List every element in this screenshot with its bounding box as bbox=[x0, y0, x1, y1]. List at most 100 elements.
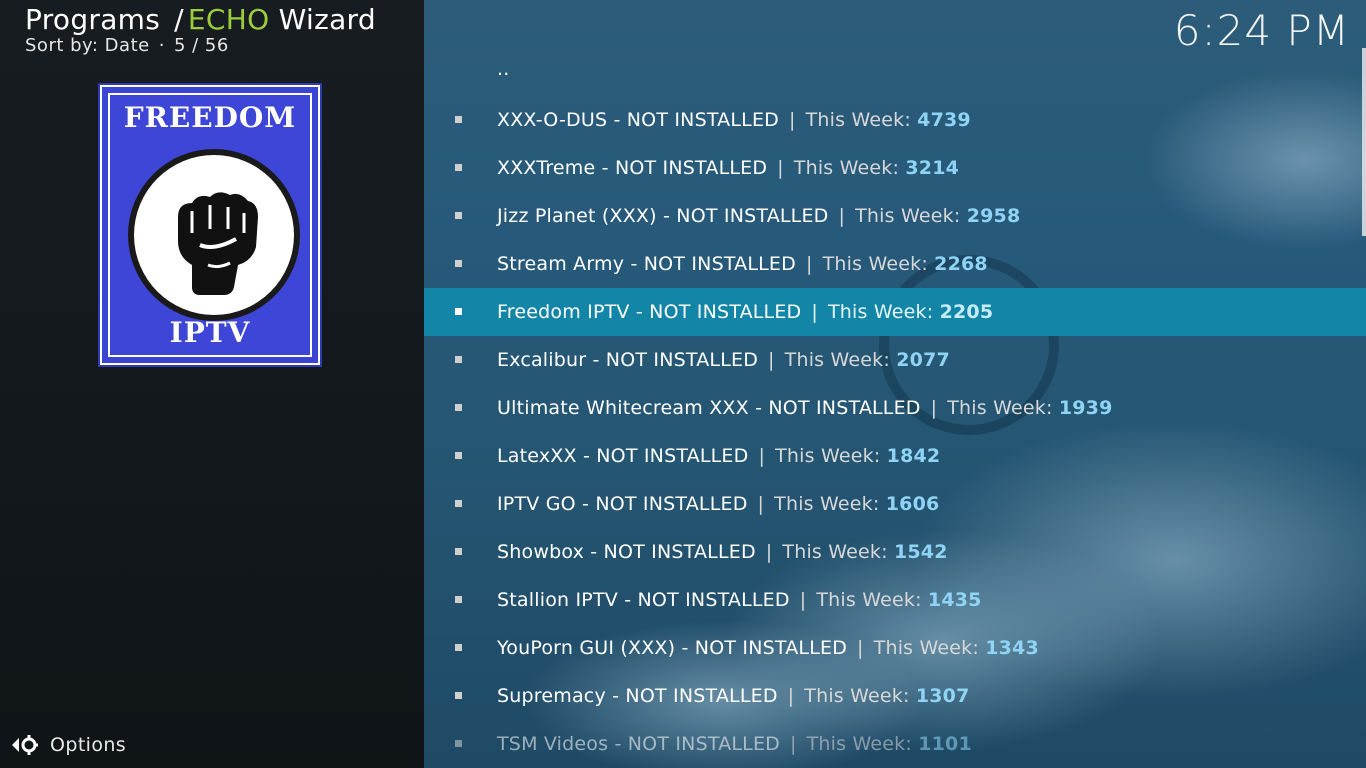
separator: | bbox=[799, 589, 807, 611]
fist-icon bbox=[126, 147, 302, 327]
week-label: This Week: bbox=[822, 253, 928, 275]
options-label: Options bbox=[50, 734, 127, 756]
week-count: 2958 bbox=[966, 205, 1021, 227]
separator: | bbox=[757, 493, 765, 515]
bullet-icon bbox=[455, 404, 462, 411]
week-label: This Week: bbox=[793, 157, 900, 179]
bullet-icon bbox=[455, 452, 462, 459]
bullet-icon bbox=[455, 164, 462, 171]
week-label: This Week: bbox=[816, 589, 922, 611]
list-item[interactable]: Stream Army - NOT INSTALLED | This Week: 2… bbox=[424, 240, 1366, 288]
bullet-icon bbox=[455, 212, 462, 219]
addon-name: Freedom IPTV - NOT INSTALLED bbox=[497, 301, 802, 323]
separator: | bbox=[758, 445, 766, 467]
week-count: 1307 bbox=[915, 685, 970, 707]
content-panel: 6:24 PM .. XXX-O-DUS - NOT INSTALLED | Thi… bbox=[424, 0, 1366, 768]
addon-name: LatexXX - NOT INSTALLED bbox=[497, 445, 749, 467]
separator: | bbox=[811, 301, 818, 323]
list-item[interactable]: Jizz Planet (XXX) - NOT INSTALLED | This W… bbox=[424, 192, 1366, 240]
separator: | bbox=[805, 253, 813, 275]
separator: | bbox=[787, 685, 795, 707]
addon-name: Stallion IPTV - NOT INSTALLED bbox=[497, 589, 790, 611]
parent-folder-item[interactable]: .. bbox=[424, 48, 1366, 96]
week-label: This Week: bbox=[784, 349, 890, 371]
bullet-icon bbox=[455, 548, 462, 555]
addon-name: Stream Army - NOT INSTALLED bbox=[497, 253, 796, 275]
bullet-icon bbox=[455, 308, 462, 315]
breadcrumb: Programs / ECHO Wizard bbox=[25, 2, 376, 38]
list-item[interactable]: Supremacy - NOT INSTALLED | This Week: 130… bbox=[424, 672, 1366, 720]
list-item[interactable]: LatexXX - NOT INSTALLED | This Week: 1842 bbox=[424, 432, 1366, 480]
week-label: This Week: bbox=[855, 205, 961, 227]
week-count: 4739 bbox=[917, 109, 971, 131]
list-item[interactable]: Showbox - NOT INSTALLED | This Week: 1542 bbox=[424, 528, 1366, 576]
list-item[interactable]: Excalibur - NOT INSTALLED | This Week: 207… bbox=[424, 336, 1366, 384]
week-label: This Week: bbox=[775, 445, 881, 467]
addon-name: YouPorn GUI (XXX) - NOT INSTALLED bbox=[497, 637, 848, 659]
week-label: This Week: bbox=[873, 637, 979, 659]
bullet-icon bbox=[455, 260, 462, 267]
week-count: 1842 bbox=[886, 445, 941, 467]
bullet-icon bbox=[455, 692, 462, 699]
list-item-selected[interactable]: Freedom IPTV - NOT INSTALLED | This Week: … bbox=[424, 288, 1366, 336]
week-count: 1101 bbox=[918, 733, 972, 755]
list-item[interactable]: IPTV GO - NOT INSTALLED | This Week: 1606 bbox=[424, 480, 1366, 528]
options-button[interactable]: Options bbox=[10, 732, 126, 758]
week-label: This Week: bbox=[782, 541, 888, 563]
sort-info: Sort by: Date · 5 / 56 bbox=[25, 36, 376, 56]
header: Programs / ECHO Wizard Sort by: Date · 5 / 5… bbox=[25, 2, 376, 56]
addon-name: IPTV GO - NOT INSTALLED bbox=[497, 493, 748, 515]
breadcrumb-section: Programs bbox=[25, 3, 161, 36]
separator: | bbox=[788, 109, 796, 131]
week-count: 2205 bbox=[939, 301, 994, 323]
week-label: This Week: bbox=[806, 733, 912, 755]
week-label: This Week: bbox=[774, 493, 880, 515]
thumbnail-bottom-text: IPTV bbox=[169, 316, 251, 349]
separator: | bbox=[857, 637, 864, 659]
left-panel: Programs / ECHO Wizard Sort by: Date · 5 / 5… bbox=[0, 0, 424, 768]
week-label: This Week: bbox=[947, 397, 1053, 419]
week-count: 1542 bbox=[893, 541, 948, 563]
week-count: 2268 bbox=[934, 253, 988, 275]
separator: | bbox=[930, 397, 938, 419]
week-count: 3214 bbox=[905, 157, 960, 179]
options-gear-icon bbox=[12, 735, 38, 755]
parent-folder-label: .. bbox=[497, 58, 510, 80]
sort-dot: · bbox=[158, 35, 165, 56]
addon-name: Showbox - NOT INSTALLED bbox=[497, 541, 756, 563]
list-item[interactable]: YouPorn GUI (XXX) - NOT INSTALLED | This W… bbox=[424, 624, 1366, 672]
list-item[interactable]: Stallion IPTV - NOT INSTALLED | This Week:… bbox=[424, 576, 1366, 624]
week-label: This Week: bbox=[804, 685, 910, 707]
list-item[interactable]: XXXTreme - NOT INSTALLED | This Week: 3214 bbox=[424, 144, 1366, 192]
week-count: 2077 bbox=[896, 349, 950, 371]
week-count: 1435 bbox=[927, 589, 982, 611]
bullet-icon bbox=[455, 356, 462, 363]
addon-thumbnail: FREEDOM IPTV bbox=[98, 83, 322, 367]
breadcrumb-separator: / bbox=[174, 3, 184, 36]
bullet-icon bbox=[455, 500, 462, 507]
week-label: This Week: bbox=[805, 109, 911, 131]
addon-name: Jizz Planet (XXX) - NOT INSTALLED bbox=[497, 205, 829, 227]
separator: | bbox=[838, 205, 846, 227]
separator: | bbox=[777, 157, 784, 179]
bullet-icon bbox=[455, 596, 462, 603]
addon-name: Supremacy - NOT INSTALLED bbox=[497, 685, 778, 707]
separator: | bbox=[790, 733, 797, 755]
week-label: This Week: bbox=[828, 301, 934, 323]
week-count: 1606 bbox=[885, 493, 940, 515]
addon-name: Ultimate Whitecream XXX - NOT INSTALLED bbox=[497, 397, 921, 419]
item-position: 5 / 56 bbox=[173, 35, 229, 56]
addon-name: TSM Videos - NOT INSTALLED bbox=[497, 733, 780, 755]
bullet-icon bbox=[455, 740, 462, 747]
separator: | bbox=[768, 349, 775, 371]
week-count: 1939 bbox=[1058, 397, 1113, 419]
list-item[interactable]: XXX-O-DUS - NOT INSTALLED | This Week: 473… bbox=[424, 96, 1366, 144]
addon-name-rest: Wizard bbox=[278, 3, 376, 36]
separator: | bbox=[765, 541, 773, 563]
addon-list: .. XXX-O-DUS - NOT INSTALLED | This Week: … bbox=[424, 48, 1366, 768]
sort-label: Sort by: Date bbox=[25, 35, 150, 56]
addon-name: Excalibur - NOT INSTALLED bbox=[497, 349, 759, 371]
bullet-icon bbox=[455, 644, 462, 651]
list-item[interactable]: TSM Videos - NOT INSTALLED | This Week: 11… bbox=[424, 720, 1366, 768]
list-item[interactable]: Ultimate Whitecream XXX - NOT INSTALLED |… bbox=[424, 384, 1366, 432]
